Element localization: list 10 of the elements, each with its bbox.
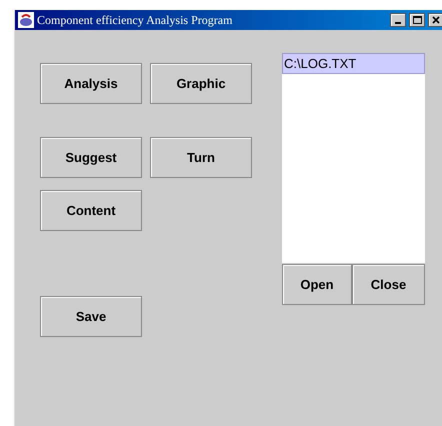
action-button[interactable]: Suggest: [40, 137, 142, 178]
action-button[interactable]: Graphic: [150, 63, 252, 104]
action-button[interactable]: Turn: [150, 137, 252, 178]
action-button[interactable]: Open: [282, 264, 352, 305]
action-button[interactable]: Analysis: [40, 63, 142, 104]
action-button[interactable]: Content: [40, 190, 142, 231]
file-list-item[interactable]: C:\LOG.TXT: [282, 53, 425, 74]
window-title: Component efficiency Analysis Program: [37, 12, 232, 29]
action-button[interactable]: Close: [352, 264, 425, 305]
action-button[interactable]: Save: [40, 296, 142, 337]
